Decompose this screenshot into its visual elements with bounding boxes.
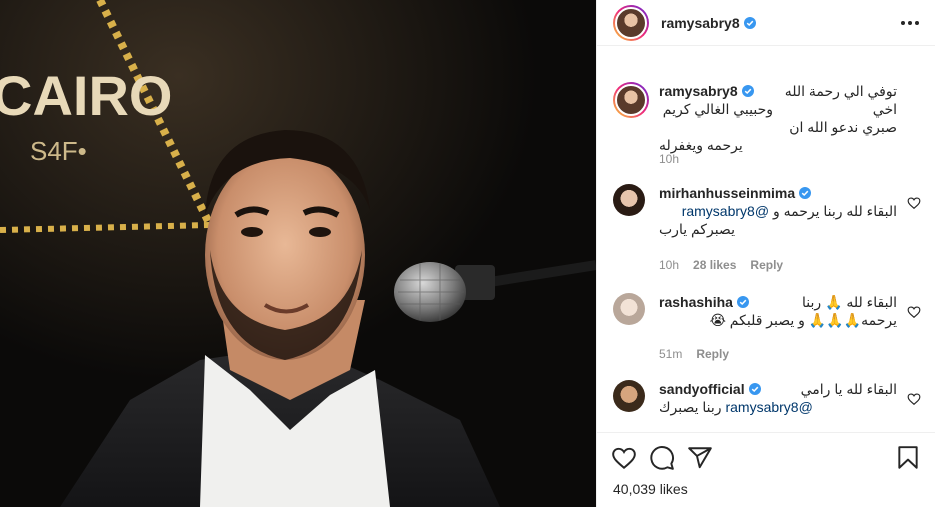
commenter-avatar[interactable] bbox=[613, 184, 645, 216]
sign-text: CAIRO bbox=[0, 64, 172, 127]
comment-like-heart-icon[interactable] bbox=[907, 392, 921, 406]
author-avatar-ring[interactable] bbox=[613, 4, 649, 41]
post-actions-bar: 40,039 likes bbox=[597, 432, 935, 507]
comment-username[interactable]: sandyofficial bbox=[659, 381, 745, 397]
photo-scene: CAIRO S4F• bbox=[0, 0, 596, 507]
comment-text: البقاء لله ربنا يرحمه و bbox=[772, 203, 897, 219]
comment-meta: 51m Reply bbox=[659, 347, 729, 361]
instagram-post: CAIRO S4F• ramysabry8 ramysabry8 توفي ال… bbox=[0, 0, 935, 507]
post-header: ramysabry8 bbox=[597, 0, 935, 46]
comment-text-line-1: البقاء لله ربنا يرحمه و @ramysabry8 bbox=[659, 202, 897, 220]
share-icon[interactable] bbox=[687, 445, 713, 471]
caption-content: ramysabry8 توفي الي رحمة الله اخي وحبيبي… bbox=[659, 82, 897, 154]
post-details-panel: ramysabry8 ramysabry8 توفي الي رحمة الله… bbox=[596, 0, 935, 507]
comments-list[interactable]: ramysabry8 توفي الي رحمة الله اخي وحبيبي… bbox=[597, 60, 935, 432]
author-avatar bbox=[615, 6, 647, 39]
comment-content: sandyofficial البقاء لله يا رامي @ramysa… bbox=[659, 380, 897, 416]
comment-content: mirhanhusseinmima البقاء لله ربنا يرحمه … bbox=[659, 184, 897, 238]
caption-meta: 10h bbox=[659, 152, 679, 166]
verified-badge-icon bbox=[799, 187, 812, 199]
comment-meta: 10h 28 likes Reply bbox=[659, 258, 783, 272]
comment-username[interactable]: mirhanhusseinmima bbox=[659, 185, 795, 201]
comment-mention[interactable]: @ramysabry8 bbox=[682, 203, 769, 219]
reply-button[interactable]: Reply bbox=[696, 347, 729, 361]
caption-line-3: يرحمه ويغفرله bbox=[659, 137, 743, 153]
post-photo[interactable]: CAIRO S4F• bbox=[0, 0, 596, 507]
caption-username[interactable]: ramysabry8 bbox=[659, 83, 738, 99]
verified-badge-icon bbox=[743, 16, 756, 29]
comment-mention[interactable]: @ramysabry8 bbox=[725, 399, 812, 415]
comment-text: ربنا يصبرك bbox=[659, 399, 722, 415]
verified-badge-icon bbox=[741, 85, 754, 97]
verified-badge-icon bbox=[748, 383, 761, 395]
comment-username[interactable]: rashashiha bbox=[659, 294, 733, 310]
caption-time: 10h bbox=[659, 152, 680, 166]
more-options-icon[interactable] bbox=[898, 14, 922, 32]
comment-text-line-1: البقاء لله 🙏 ربنا bbox=[802, 294, 897, 310]
comment-time: 10h bbox=[659, 258, 680, 272]
comment-text-line-1: البقاء لله يا رامي bbox=[800, 381, 897, 397]
comment-text-line-2: يرحمه🙏🙏🙏 و يصبر قلبكم 😭 bbox=[709, 312, 897, 328]
comment-content: rashashiha البقاء لله 🙏 ربنا يرحمه🙏🙏🙏 و … bbox=[659, 293, 897, 329]
comment-likes[interactable]: 28 likes bbox=[693, 258, 736, 272]
comment-like-heart-icon[interactable] bbox=[907, 305, 921, 319]
comment-text-line-2: يصبركم يارب bbox=[659, 221, 735, 237]
caption-avatar bbox=[615, 84, 647, 116]
likes-count[interactable]: 40,039 likes bbox=[613, 481, 688, 497]
caption-line-1: توفي الي رحمة الله اخي bbox=[784, 83, 897, 117]
caption-avatar-ring[interactable] bbox=[613, 82, 649, 118]
comment-text-line-2: @ramysabry8 ربنا يصبرك bbox=[659, 398, 897, 416]
commenter-avatar[interactable] bbox=[613, 380, 645, 412]
comment-like-heart-icon[interactable] bbox=[907, 196, 921, 210]
reply-button[interactable]: Reply bbox=[750, 258, 783, 272]
author-username[interactable]: ramysabry8 bbox=[661, 15, 740, 31]
comment-icon[interactable] bbox=[649, 445, 675, 471]
sign-subtext: S4F• bbox=[30, 136, 87, 166]
verified-badge-icon bbox=[736, 296, 749, 308]
commenter-avatar[interactable] bbox=[613, 293, 645, 325]
comment-time: 51m bbox=[659, 347, 683, 361]
bookmark-icon[interactable] bbox=[895, 445, 921, 471]
heart-icon[interactable] bbox=[611, 445, 637, 471]
